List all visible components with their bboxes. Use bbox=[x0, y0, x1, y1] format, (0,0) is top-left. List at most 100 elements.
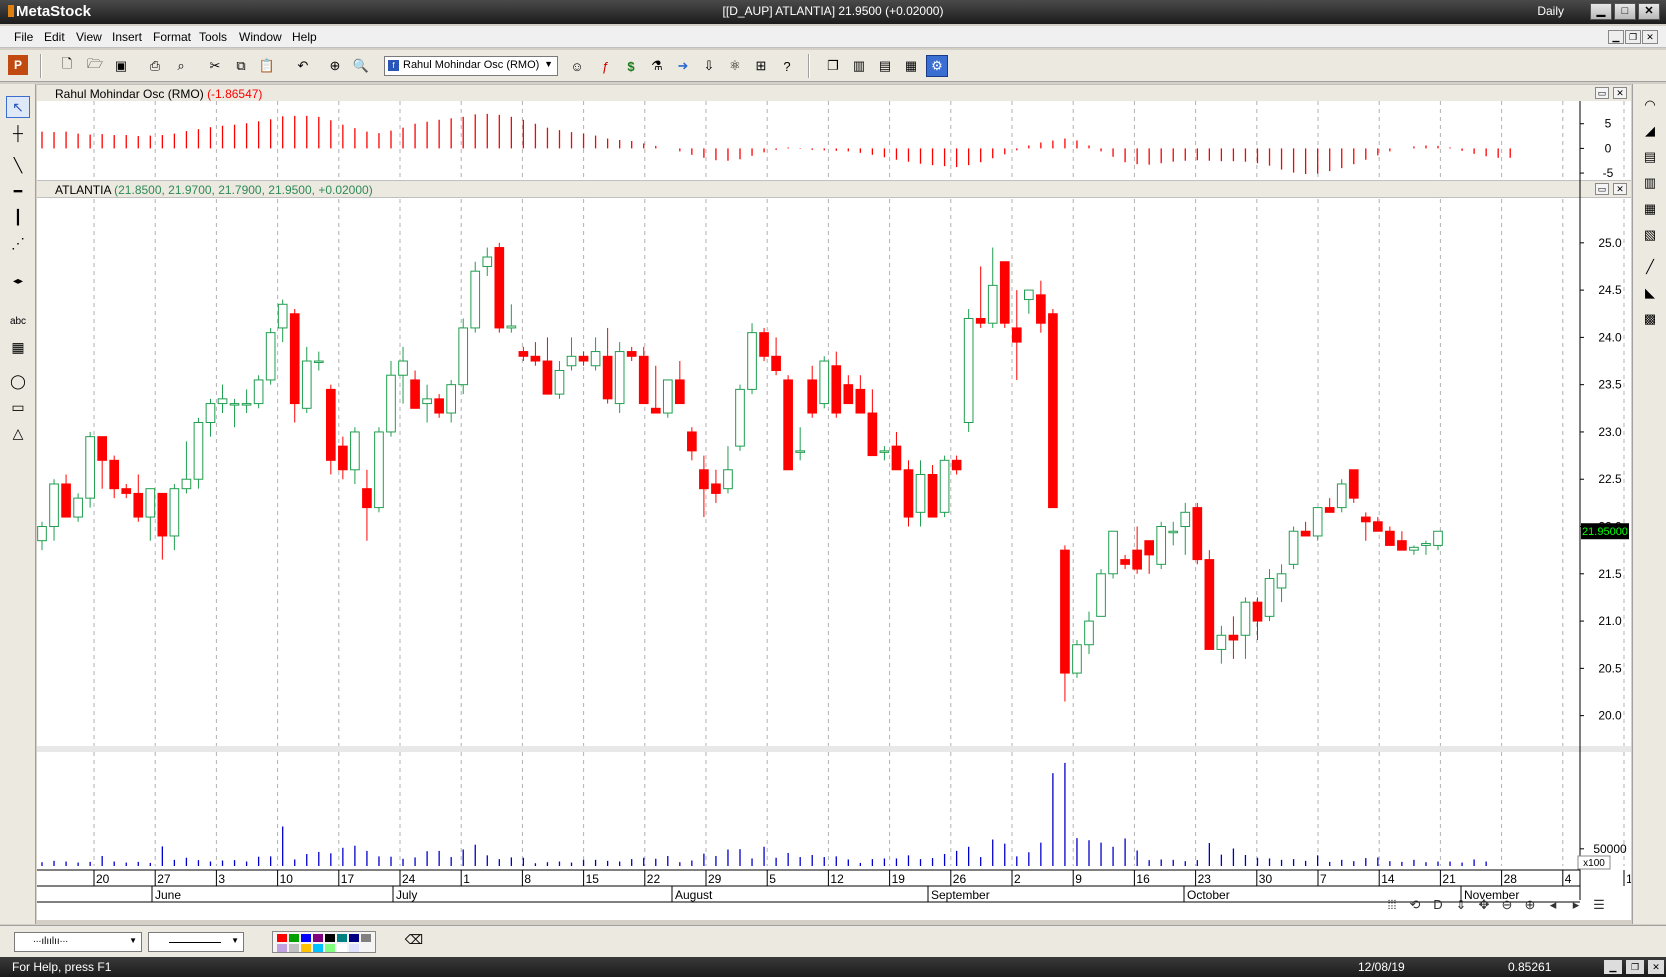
crosshair-icon[interactable]: ⊕ bbox=[324, 55, 346, 77]
line-style-select[interactable]: ∙∙∙ılıılıı∙∙∙ ▼ bbox=[14, 932, 142, 952]
print-preview-icon[interactable]: ⌕ bbox=[170, 55, 192, 77]
chart-svg[interactable]: 5 0 -5 20.0 20.5 21.0 21.5 22.0 22.5 23.0 23.5 24.0… bbox=[37, 84, 1631, 920]
ellipse-icon[interactable]: ◯ bbox=[6, 370, 30, 392]
x-day-label: 19 bbox=[892, 872, 906, 886]
gann-box-icon[interactable]: ▧ bbox=[1638, 224, 1662, 246]
cycle-lines-icon[interactable]: ◠ bbox=[1638, 94, 1662, 116]
power-console-icon[interactable]: P bbox=[8, 55, 28, 75]
candle-body bbox=[1348, 469, 1359, 499]
vertical-line-icon[interactable]: ┃ bbox=[6, 206, 30, 228]
maximize-button[interactable]: □ bbox=[1614, 3, 1636, 20]
menu-edit[interactable]: Edit bbox=[44, 30, 65, 44]
scroll-arrows-icon[interactable]: ◂▸ bbox=[6, 270, 30, 292]
help-pointer-icon[interactable]: ? bbox=[776, 55, 798, 77]
candle-body bbox=[626, 351, 637, 357]
zoom-in-icon[interactable]: ⊕ bbox=[1525, 897, 1536, 912]
fibonacci-arcs-icon[interactable]: ◢ bbox=[1638, 120, 1662, 142]
menu-format[interactable]: Format bbox=[153, 30, 191, 44]
cut-icon[interactable]: ✂ bbox=[204, 55, 226, 77]
candle-body bbox=[590, 351, 601, 367]
print-icon[interactable]: ⎙ bbox=[144, 55, 166, 77]
expert-advisor-icon[interactable]: ☺ bbox=[566, 55, 588, 77]
menu-insert[interactable]: Insert bbox=[112, 30, 142, 44]
mdi-minimize-button[interactable]: ▁ bbox=[1608, 30, 1624, 44]
trendline-icon[interactable]: ╲ bbox=[6, 154, 30, 176]
refresh-icon[interactable]: ⟲ bbox=[1410, 897, 1421, 912]
explorer-icon[interactable]: ⚗ bbox=[646, 55, 668, 77]
zoom-vertical-icon[interactable]: ⇕ bbox=[1456, 897, 1467, 912]
parallel-lines-icon[interactable]: ⋰ bbox=[6, 232, 30, 254]
text-tool-icon[interactable]: abc bbox=[6, 310, 30, 332]
gann-fan-icon[interactable]: ◣ bbox=[1638, 282, 1662, 304]
forward-arrow-icon[interactable]: ➜ bbox=[672, 55, 694, 77]
scroll-right-icon[interactable]: ▸ bbox=[1573, 897, 1580, 912]
indicator-select[interactable]: f Rahul Mohindar Osc (RMO) ▼ bbox=[384, 56, 558, 76]
candle-body bbox=[518, 351, 529, 357]
close-button[interactable]: ✕ bbox=[1638, 3, 1660, 20]
menu-view[interactable]: View bbox=[76, 30, 102, 44]
menu-tools[interactable]: Tools bbox=[199, 30, 227, 44]
fibonacci-fan-icon[interactable]: ▥ bbox=[1638, 172, 1662, 194]
paste-icon[interactable]: 📋 bbox=[256, 55, 278, 77]
indicator-builder-icon[interactable]: ƒ bbox=[594, 55, 616, 77]
zoom-out-icon[interactable]: ⊖ bbox=[1502, 897, 1513, 912]
copy-icon[interactable]: ⧉ bbox=[230, 55, 252, 77]
status-minimize-button[interactable]: ▁ bbox=[1604, 960, 1622, 974]
grid-tool-icon[interactable]: ▦ bbox=[6, 336, 30, 358]
pan-icon[interactable]: ✥ bbox=[1479, 897, 1490, 912]
pane-close-button[interactable]: ✕ bbox=[1613, 87, 1627, 99]
zoom-icon[interactable]: 🔍 bbox=[350, 55, 372, 77]
chart-list-icon[interactable]: ☰ bbox=[1593, 897, 1605, 912]
candle-body bbox=[1276, 573, 1287, 589]
color-palette[interactable] bbox=[272, 931, 376, 953]
price-pane-restore-button[interactable]: ▭ bbox=[1595, 183, 1609, 195]
tile-horizontal-icon[interactable]: ▤ bbox=[874, 55, 896, 77]
indicator-pane-header: Rahul Mohindar Osc (RMO) (-1.86547) ▭ ✕ bbox=[37, 84, 1631, 102]
new-chart-icon[interactable]: 🗋 bbox=[56, 55, 78, 77]
scroll-left-icon[interactable]: ◂ bbox=[1550, 897, 1557, 912]
status-restore-button[interactable]: ❐ bbox=[1626, 960, 1644, 974]
candle-body bbox=[783, 379, 793, 471]
period-d-icon[interactable]: D bbox=[1433, 897, 1442, 912]
cascade-windows-icon[interactable]: ❐ bbox=[822, 55, 844, 77]
triangle-icon[interactable]: △ bbox=[6, 422, 30, 444]
menu-help[interactable]: Help bbox=[292, 30, 317, 44]
mdi-close-button[interactable]: ✕ bbox=[1642, 30, 1658, 44]
crosshair-tool-icon[interactable]: ┼ bbox=[6, 122, 30, 144]
menu-window[interactable]: Window bbox=[239, 30, 282, 44]
mdi-restore-button[interactable]: ❐ bbox=[1625, 30, 1641, 44]
system-tester-icon[interactable]: $ bbox=[620, 55, 642, 77]
pointer-icon[interactable]: ↖ bbox=[6, 96, 30, 118]
fibonacci-time-icon[interactable]: ▦ bbox=[1638, 198, 1662, 220]
candle-body bbox=[1156, 526, 1167, 565]
research-icon[interactable]: ⚛ bbox=[724, 55, 746, 77]
undo-icon[interactable]: ↶ bbox=[292, 55, 314, 77]
pane-restore-button[interactable]: ▭ bbox=[1595, 87, 1609, 99]
candle-body bbox=[1048, 313, 1058, 509]
eraser-icon[interactable]: ⌫ bbox=[402, 932, 426, 952]
downloader-icon[interactable]: ⇩ bbox=[698, 55, 720, 77]
status-close-button[interactable]: ✕ bbox=[1648, 960, 1664, 974]
tile-grid-icon[interactable]: ▦ bbox=[900, 55, 922, 77]
tile-vertical-icon[interactable]: ▥ bbox=[848, 55, 870, 77]
candle-body bbox=[963, 317, 974, 423]
scroll-handle-icon[interactable]: ⦙⦙⦙ bbox=[1388, 897, 1397, 912]
line-weight-select[interactable]: ▼ bbox=[148, 932, 244, 952]
settings-gear-icon[interactable]: ⚙ bbox=[926, 55, 948, 77]
candle-body bbox=[1144, 540, 1155, 556]
horizontal-line-icon[interactable]: ━ bbox=[6, 180, 30, 202]
open-icon[interactable]: 🗁 bbox=[84, 55, 106, 77]
save-icon[interactable]: ▣ bbox=[110, 55, 132, 77]
pattern-tool-icon[interactable]: ▩ bbox=[1638, 308, 1662, 330]
candle-body bbox=[289, 313, 300, 405]
price-pane-close-button[interactable]: ✕ bbox=[1613, 183, 1627, 195]
magnify-chart-icon[interactable]: ⊞ bbox=[750, 55, 772, 77]
candle-body bbox=[1132, 549, 1142, 570]
candle-body bbox=[650, 407, 661, 414]
speed-lines-icon[interactable]: ╱ bbox=[1638, 256, 1662, 278]
rectangle-icon[interactable]: ▭ bbox=[6, 396, 30, 418]
fibonacci-retracement-icon[interactable]: ▤ bbox=[1638, 146, 1662, 168]
menu-file[interactable]: File bbox=[14, 30, 33, 44]
minimize-button[interactable]: ▁ bbox=[1590, 3, 1612, 20]
candle-body bbox=[1288, 530, 1299, 565]
